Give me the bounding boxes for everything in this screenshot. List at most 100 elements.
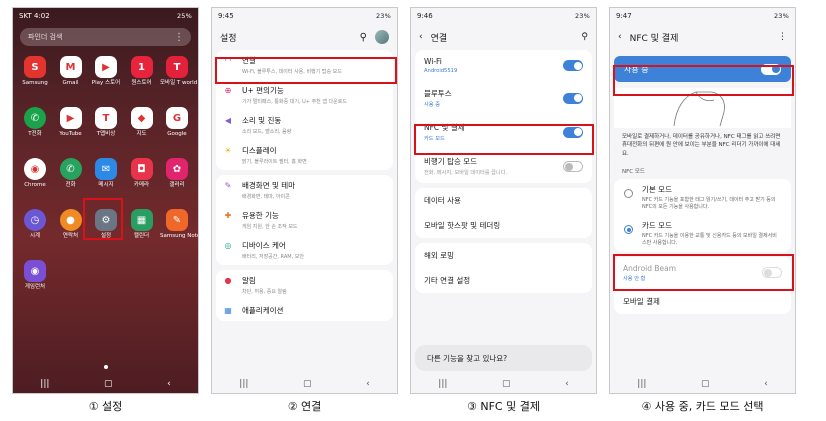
settings-item-uplus[interactable]: ⊕ U+ 편의기능 기가 멀티패스, 통화중 대기, U+ 추천 앱 다운로드	[216, 80, 393, 110]
android-beam-row[interactable]: Android Beam 사용 안 함	[614, 257, 791, 289]
home-icon[interactable]: ▢	[502, 379, 511, 389]
app-icon: ◘	[130, 158, 153, 180]
sun-icon: ☀	[224, 146, 232, 155]
app-5[interactable]: T 모바일 T world	[160, 56, 197, 86]
home-icon[interactable]: ▢	[303, 379, 312, 389]
app-21[interactable]: ◉ 게임런처	[18, 260, 52, 290]
app-icon: ✿	[166, 158, 188, 180]
use-on-label: 사용 중	[624, 64, 649, 74]
app-9[interactable]: ◆ 지도	[125, 107, 159, 137]
data-usage-row[interactable]: 데이터 사용	[415, 188, 592, 213]
nfc-extra-group: Android Beam 사용 안 함 모바일 결제	[614, 256, 791, 314]
wifi-toggle[interactable]	[563, 60, 583, 71]
bluetooth-title: 블루투스	[424, 89, 452, 98]
recent-apps-icon[interactable]: |||	[239, 379, 248, 389]
airplane-toggle[interactable]	[563, 160, 583, 172]
nfc-mode: 카드 모드	[424, 136, 445, 142]
app-14[interactable]: ◘ 카메라	[125, 158, 159, 188]
mobile-payment-row[interactable]: 모바일 결제	[614, 289, 791, 314]
app-label: T맵비상	[96, 131, 116, 137]
settings-item-display[interactable]: ☀ 디스플레이 밝기, 블루라이트 필터, 홈 화면	[216, 140, 393, 170]
app-13[interactable]: ✉ 메시지	[89, 158, 123, 188]
more-options-icon[interactable]: ⋮	[778, 32, 787, 42]
back-icon[interactable]: ‹	[565, 379, 569, 389]
roaming-row[interactable]: 해외 로밍	[415, 243, 592, 268]
basic-mode-option[interactable]: 기본 모드 NFC 카드 기능을 포함한 태그 읽기/쓰기, 데이터 주고 받기 …	[614, 179, 791, 216]
basic-mode-title: 기본 모드	[642, 184, 672, 194]
back-icon[interactable]: ‹	[167, 379, 171, 389]
app-6[interactable]: ✆ T전화	[18, 107, 52, 137]
recent-apps-icon[interactable]: |||	[637, 379, 646, 389]
nfc-row[interactable]: NFC 및 결제 카드 모드	[415, 115, 592, 149]
gear-plus-icon: ✚	[224, 211, 232, 220]
settings-phone: 9:45 23% 설정 ⚲ ◠ 연결 Wi-Fi, 블루투스, 데이터 사용, 비…	[211, 7, 398, 394]
app-18[interactable]: ⚙ 설정	[89, 209, 123, 239]
wifi-row[interactable]: Wi-Fi Android5519	[415, 50, 592, 81]
recent-apps-icon[interactable]: |||	[438, 379, 447, 389]
more-connection-row[interactable]: 기타 연결 설정	[415, 268, 592, 293]
back-arrow-icon[interactable]: ‹	[618, 32, 622, 42]
home-screen-phone: SKT 4:02 25% 파인더 검색 ⋮ S Samsung M Gmail ▶ Pla…	[12, 7, 199, 394]
settings-group-1: ◠ 연결 Wi-Fi, 블루투스, 데이터 사용, 비행기 탑승 모드 ⊕ U+ …	[216, 50, 393, 170]
app-7[interactable]: ▶ YouTube	[54, 107, 88, 137]
settings-item-sound[interactable]: ◀ 소리 및 진동 소리 모드, 벨소리, 음량	[216, 110, 393, 140]
app-label: 카메라	[133, 182, 150, 188]
app-15[interactable]: ✿ 갤러리	[160, 158, 194, 188]
settings-group-3: ● 알림 차단, 허용, 중요 알림 ▦ 애플리케이션	[216, 270, 393, 321]
card-mode-radio[interactable]	[624, 225, 633, 235]
home-icon[interactable]: ▢	[104, 379, 113, 389]
app-11[interactable]: ◉ Chrome	[18, 158, 52, 188]
settings-item-wallpaper[interactable]: ✎ 배경화면 및 테마 배경화면, 테마, 아이콘	[216, 175, 393, 205]
app-label: 메시지	[98, 182, 114, 188]
settings-item-advanced[interactable]: ✚ 유용한 기능 게임 지원, 한 손 조작 모드	[216, 205, 393, 235]
airplane-row[interactable]: 비행기 탑승 모드 전화, 메시지, 모바일 데이터를 끕니다.	[415, 149, 592, 183]
back-arrow-icon[interactable]: ‹	[419, 32, 423, 42]
nfc-master-switch[interactable]: 사용 중	[614, 56, 791, 82]
app-8[interactable]: T T맵비상	[89, 107, 123, 137]
nfc-toggle[interactable]	[563, 126, 583, 138]
app-4[interactable]: 1 원스토어	[125, 56, 159, 86]
app-20[interactable]: ✎ Samsung Notes	[160, 209, 198, 239]
help-banner[interactable]: 다른 기능을 찾고 있나요?	[415, 345, 592, 371]
battery-level: 23%	[773, 12, 789, 20]
avatar[interactable]	[375, 30, 389, 44]
more-options-icon[interactable]: ⋮	[174, 32, 184, 43]
app-icon: ◉	[24, 158, 46, 180]
app-label: 게임런처	[24, 284, 46, 290]
search-icon[interactable]: ⚲	[360, 32, 367, 43]
back-icon[interactable]: ‹	[366, 379, 370, 389]
app-3[interactable]: ▶ Play 스토어	[89, 56, 123, 86]
app-19[interactable]: ▦ 캘린더	[125, 209, 159, 239]
bluetooth-toggle[interactable]	[563, 92, 583, 104]
finder-search-bar[interactable]: 파인더 검색 ⋮	[20, 28, 191, 46]
uplus-icon: ⊕	[224, 86, 232, 95]
app-icon: S	[24, 56, 46, 78]
bluetooth-row[interactable]: 블루투스 사용 중	[415, 81, 592, 115]
app-1[interactable]: S Samsung	[18, 56, 52, 86]
settings-item-notifications[interactable]: ● 알림 차단, 허용, 중요 알림	[216, 270, 393, 300]
back-icon[interactable]: ‹	[764, 379, 768, 389]
app-16[interactable]: ◷ 시계	[18, 209, 52, 239]
nfc-mode-group: 기본 모드 NFC 카드 기능을 포함한 태그 읽기/쓰기, 데이터 주고 받기 …	[614, 178, 791, 252]
search-icon[interactable]: ⚲	[581, 32, 588, 42]
android-beam-toggle[interactable]	[762, 267, 782, 279]
settings-item-connections[interactable]: ◠ 연결 Wi-Fi, 블루투스, 데이터 사용, 비행기 탑승 모드	[216, 50, 393, 80]
app-17[interactable]: ● 연락처	[54, 209, 88, 239]
app-2[interactable]: M Gmail	[54, 56, 88, 86]
home-icon[interactable]: ▢	[701, 379, 710, 389]
settings-item-apps[interactable]: ▦ 애플리케이션	[216, 300, 393, 321]
basic-mode-radio[interactable]	[624, 188, 633, 198]
nfc-phone: 9:47 23% ‹ NFC 및 결제 ⋮ 사용 중 모바일로 결제하거나, 데…	[609, 7, 796, 394]
nfc-header: ‹ NFC 및 결제 ⋮	[610, 24, 795, 50]
card-mode-option[interactable]: 카드 모드 NFC 카드 기능을 이용한 교통 및 신용카드 등의 모바일 결제서…	[614, 215, 791, 252]
app-icon: ◷	[24, 209, 46, 231]
app-12[interactable]: ✆ 전화	[54, 158, 88, 188]
hotspot-row[interactable]: 모바일 핫스팟 및 테더링	[415, 213, 592, 238]
settings-group-2: ✎ 배경화면 및 테마 배경화면, 테마, 아이콘 ✚ 유용한 기능 게임 지원, …	[216, 175, 393, 265]
nfc-description: 모바일로 결제하거나, 데이터를 공유하거나, NFC 태그를 읽고 쓰려면 휴…	[622, 134, 781, 157]
settings-item-device-care[interactable]: ◎ 디바이스 케어 배터리, 저장공간, RAM, 보안	[216, 235, 393, 265]
item-sub: Wi-Fi, 블루투스, 데이터 사용, 비행기 탑승 모드	[242, 69, 342, 75]
app-10[interactable]: G Google	[160, 107, 194, 137]
nfc-master-toggle[interactable]	[761, 63, 781, 75]
recent-apps-icon[interactable]: |||	[40, 379, 49, 389]
